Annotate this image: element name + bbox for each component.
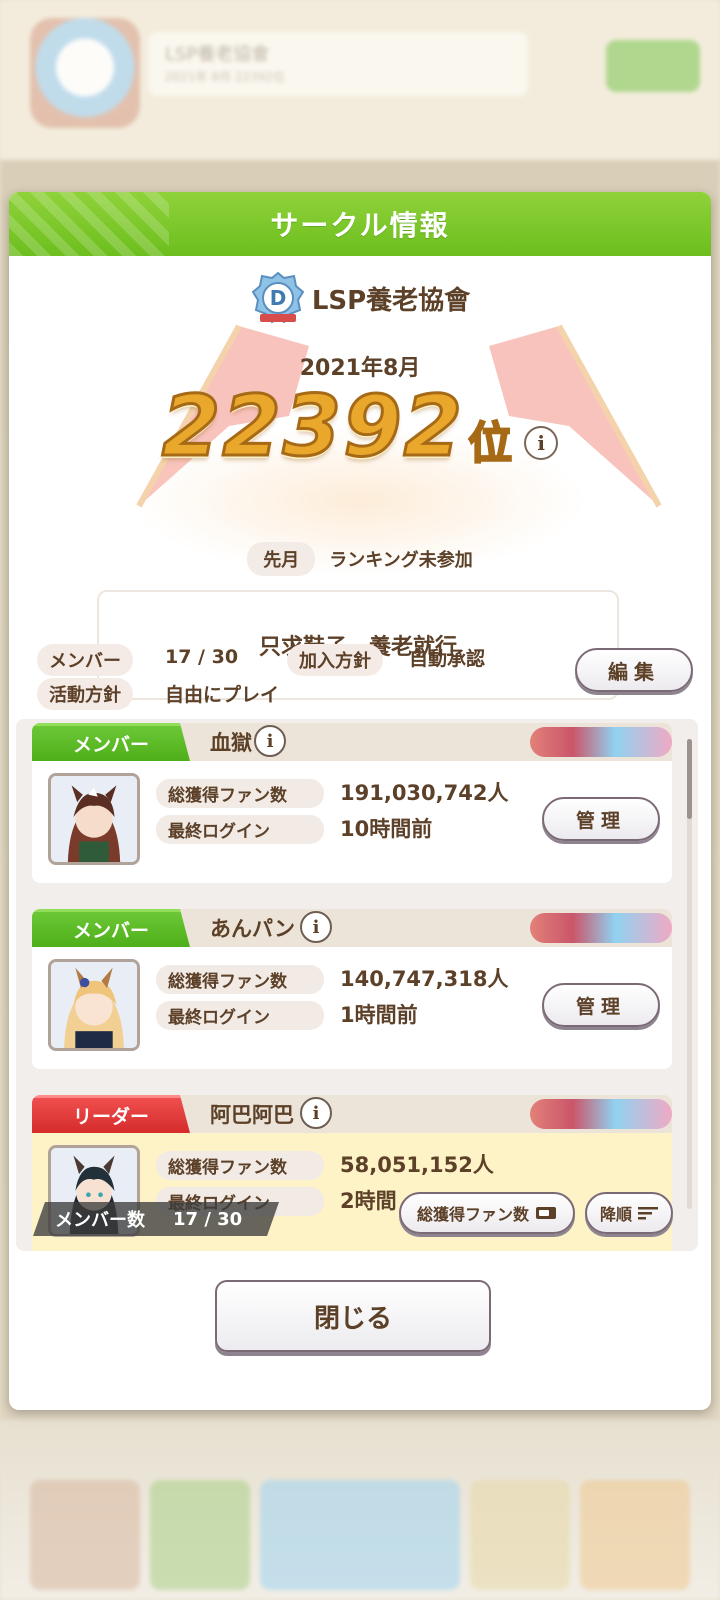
manage-button[interactable]: 管理 <box>542 797 660 841</box>
character-portrait-icon <box>51 962 137 1048</box>
close-button[interactable]: 閉じる <box>215 1280 491 1352</box>
rank-number: 22392 <box>160 377 465 475</box>
fans-value: 58,051,152人 <box>340 1153 494 1177</box>
background-circle-sub: 2021年 8月 22392位 <box>165 70 285 84</box>
event-banner-icon <box>530 913 672 943</box>
previous-month-value: ランキング未参加 <box>329 550 473 571</box>
sort-key-button[interactable]: 総獲得ファン数 <box>399 1192 575 1234</box>
rank-info-icon[interactable]: i <box>524 426 559 460</box>
rank-row: 22392 位 i <box>9 377 711 475</box>
circle-emblem-icon: D <box>251 271 305 324</box>
previous-month-row: 先月 ランキング未参加 <box>9 542 711 576</box>
member-list-scrollbar[interactable] <box>687 739 692 1209</box>
toggle-icon <box>536 1207 556 1219</box>
sort-lines-icon <box>638 1207 658 1220</box>
role-tag: リーダー <box>32 1095 190 1133</box>
member-card-header: メンバー あんパン i <box>32 909 672 947</box>
member-count-badge: メンバー数 17 / 30 <box>33 1202 279 1236</box>
member-avatar[interactable] <box>48 773 140 865</box>
previous-month-label: 先月 <box>247 542 316 576</box>
circle-name-row: D LSP養老協會 <box>9 270 711 326</box>
member-count-value: 17 / 30 <box>173 1208 243 1230</box>
members-label: メンバー <box>37 644 133 676</box>
dialog-header: サークル情報 <box>9 192 711 256</box>
circle-rank-hero: D LSP養老協會 2021年8月 22392 位 i 先月 ランキング未参加 … <box>9 256 711 700</box>
rank-unit: 位 <box>467 417 513 469</box>
background-nav-tile <box>580 1480 690 1590</box>
member-card[interactable]: メンバー あんパン i 総獲得ファン数 140,747,318人 最終ログイン <box>32 909 672 1069</box>
fans-label: 総獲得ファン数 <box>156 1151 324 1180</box>
background-green-button <box>606 40 700 92</box>
last-login-value: 2時間 <box>340 1189 397 1213</box>
background-nav-tile <box>30 1480 140 1590</box>
emblem-letter: D <box>270 286 287 310</box>
member-name: あんパン <box>210 917 296 941</box>
last-login-value: 10時間前 <box>340 817 433 841</box>
edit-button[interactable]: 編集 <box>575 648 693 692</box>
fans-value: 191,030,742人 <box>340 781 509 805</box>
members-value: 17 / 30 <box>165 646 239 668</box>
manage-button[interactable]: 管理 <box>542 983 660 1027</box>
member-info-icon[interactable]: i <box>300 1097 332 1129</box>
member-card-header: メンバー 血獄 i <box>32 723 672 761</box>
member-card-header: リーダー 阿巴阿巴 i <box>32 1095 672 1133</box>
member-list[interactable]: メンバー 血獄 i 総獲得ファン数 191,030,742人 最終ログイン 10… <box>16 719 698 1251</box>
scroll-thumb[interactable] <box>687 739 692 819</box>
background-circle-emblem <box>30 18 140 128</box>
member-name: 血獄 <box>210 731 252 755</box>
member-count-label: メンバー数 <box>55 1210 145 1231</box>
member-avatar[interactable] <box>48 959 140 1051</box>
role-tag: メンバー <box>32 723 190 761</box>
fans-value: 140,747,318人 <box>340 967 509 991</box>
activity-label: 活動方針 <box>37 678 133 710</box>
member-name: 阿巴阿巴 <box>210 1103 294 1127</box>
sort-order-button[interactable]: 降順 <box>585 1192 673 1234</box>
join-policy-value: 自動承認 <box>409 648 486 670</box>
fans-label: 総獲得ファン数 <box>156 965 324 994</box>
background-nav-tile <box>260 1480 460 1590</box>
last-login-label: 最終ログイン <box>156 1001 324 1030</box>
background-circle-name: LSP養老協會 <box>165 44 270 65</box>
character-portrait-icon <box>51 776 137 862</box>
background-nav-tile <box>470 1480 570 1590</box>
background-nav-tile <box>150 1480 250 1590</box>
circle-info-dialog: サークル情報 D LSP養老協會 2021年8月 22392 位 i 先月 ラン… <box>9 192 711 1410</box>
join-policy-label: 加入方針 <box>287 644 383 676</box>
member-info-icon[interactable]: i <box>300 911 332 943</box>
last-login-label: 最終ログイン <box>156 815 324 844</box>
event-banner-icon <box>530 727 672 757</box>
event-banner-icon <box>530 1099 672 1129</box>
role-tag: メンバー <box>32 909 190 947</box>
sort-key-label: 総獲得ファン数 <box>416 1205 529 1224</box>
member-card[interactable]: メンバー 血獄 i 総獲得ファン数 191,030,742人 最終ログイン 10… <box>32 723 672 883</box>
last-login-value: 1時間前 <box>340 1003 418 1027</box>
circle-name: LSP養老協會 <box>311 285 471 316</box>
member-info-icon[interactable]: i <box>254 725 286 757</box>
sort-order-label: 降順 <box>599 1205 632 1224</box>
fans-label: 総獲得ファン数 <box>156 779 324 808</box>
dialog-title: サークル情報 <box>270 209 450 242</box>
activity-value: 自由にプレイ <box>165 684 280 706</box>
